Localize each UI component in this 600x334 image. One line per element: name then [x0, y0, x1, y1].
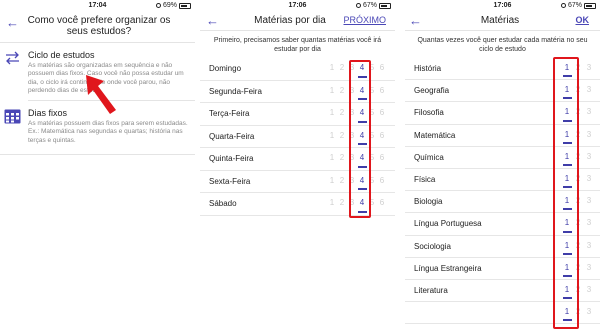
count-option[interactable]: 3	[585, 285, 593, 294]
count-option[interactable]: 3	[585, 307, 593, 316]
row-label: Sociologia	[414, 241, 451, 251]
row-label: Domingo	[209, 64, 242, 73]
count-option[interactable]: 2	[338, 63, 346, 72]
alarm-icon	[155, 3, 161, 8]
count-option[interactable]: 3	[585, 63, 593, 72]
screen-study-organization: 17:04 69% ← Como você prefere organizar …	[0, 0, 195, 334]
ok-button[interactable]: OK	[576, 15, 590, 25]
count-option[interactable]: 3	[585, 218, 593, 227]
count-option[interactable]: 1	[328, 108, 336, 117]
screen-subjects-per-day: 17:06 67% ← Matérias por dia PRÓXIMO Pri…	[200, 0, 395, 334]
count-option[interactable]: 2	[338, 153, 346, 162]
page-subtitle: Quantas vezes você quer estudar cada mat…	[417, 37, 588, 53]
row-label: Biologia	[414, 197, 443, 207]
count-option[interactable]: 1	[328, 153, 336, 162]
count-option[interactable]: 2	[338, 86, 346, 95]
back-arrow-icon[interactable]: ←	[206, 14, 219, 27]
page-title: Matérias	[480, 15, 520, 26]
count-option[interactable]: 3	[585, 174, 593, 183]
red-pointer-arrow-icon	[86, 75, 116, 114]
back-arrow-icon[interactable]: ←	[6, 16, 19, 29]
count-option[interactable]: 1	[328, 86, 336, 95]
row-label: História	[414, 64, 442, 73]
row-label: Quarta-Feira	[209, 131, 255, 141]
battery-percent: 67%	[567, 2, 582, 9]
row-label: Língua Portuguesa	[414, 219, 482, 229]
row-label: Geografia	[414, 86, 450, 96]
header-divider	[200, 30, 395, 31]
count-option[interactable]: 6	[378, 153, 386, 162]
status-bar: 17:04 69%	[0, 0, 195, 12]
calendar-grid-icon	[4, 109, 21, 124]
status-bar: 17:06 67%	[200, 0, 395, 12]
count-option[interactable]: 1	[328, 176, 336, 185]
row-label: Segunda-Feira	[209, 86, 262, 96]
count-option[interactable]: 6	[378, 63, 386, 72]
battery-icon	[379, 2, 391, 9]
count-option[interactable]: 6	[378, 198, 386, 207]
option-divider	[0, 154, 195, 155]
count-option[interactable]: 2	[338, 198, 346, 207]
row-label: Quinta-Feira	[209, 154, 254, 163]
row-label: Filosofia	[414, 108, 444, 118]
count-option[interactable]: 1	[328, 198, 336, 207]
next-button[interactable]: PRÓXIMO	[343, 15, 386, 25]
count-option[interactable]: 1	[328, 63, 336, 72]
row-label: Física	[414, 175, 436, 184]
count-option[interactable]: 3	[585, 241, 593, 250]
row-label: Literatura	[414, 286, 448, 295]
count-option[interactable]: 3	[585, 107, 593, 116]
row-label: Língua Estrangeira	[414, 263, 482, 273]
count-option[interactable]: 6	[378, 86, 386, 95]
count-option[interactable]: 2	[338, 131, 346, 140]
header-divider	[405, 30, 600, 31]
row-label: Sábado	[209, 199, 237, 208]
count-option[interactable]: 1	[328, 131, 336, 140]
count-option[interactable]: 2	[338, 108, 346, 117]
back-arrow-icon[interactable]: ←	[409, 14, 422, 27]
count-option[interactable]: 3	[585, 263, 593, 272]
highlight-box	[349, 60, 371, 218]
count-option[interactable]: 6	[378, 131, 386, 140]
count-option[interactable]: 3	[585, 196, 593, 205]
row-label: Terça-Feira	[209, 109, 250, 118]
alarm-icon	[560, 3, 566, 8]
page-title: Como você prefere organizar os seus estu…	[27, 15, 171, 37]
page-title: Matérias por dia	[254, 15, 326, 26]
battery-icon	[584, 2, 596, 9]
alarm-icon	[355, 3, 361, 8]
battery-percent: 69%	[162, 2, 177, 9]
battery-percent: 67%	[362, 2, 377, 9]
count-option[interactable]: 2	[338, 176, 346, 185]
row-label: Sexta-Feira	[209, 176, 251, 186]
battery-icon	[179, 2, 191, 9]
count-option[interactable]: 6	[378, 108, 386, 117]
count-option[interactable]: 3	[585, 130, 593, 139]
highlight-box	[553, 57, 579, 329]
count-option[interactable]: 6	[378, 176, 386, 185]
count-option[interactable]: 3	[585, 152, 593, 161]
screen-subjects: 17:06 67% ← Matérias OK Quantas vezes vo…	[405, 0, 600, 334]
cycle-arrows-icon	[6, 51, 19, 65]
status-bar: 17:06 67%	[405, 0, 600, 12]
row-label: Matemática	[414, 130, 456, 140]
option-fixed-days-description: As matérias possuem dias fixos para sere…	[28, 120, 188, 144]
option-study-cycle-title: Ciclo de estudos	[28, 50, 95, 60]
count-option[interactable]: 3	[585, 85, 593, 94]
row-label: Química	[414, 152, 444, 162]
option-fixed-days-title: Dias fixos	[28, 108, 68, 118]
page-subtitle: Primeiro, precisamos saber quantas matér…	[213, 37, 382, 53]
